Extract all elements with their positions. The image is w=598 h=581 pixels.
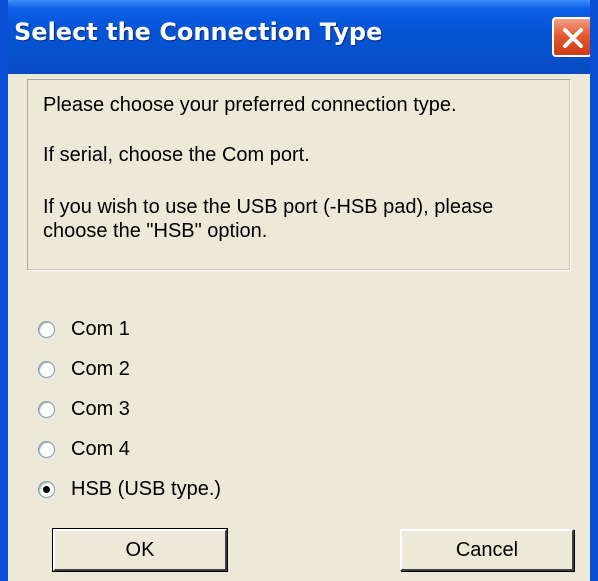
info-line-preferred: Please choose your preferred connection … xyxy=(43,94,457,116)
radio-button[interactable] xyxy=(38,360,55,378)
radio-button-selected[interactable] xyxy=(38,480,55,498)
info-line-usb: If you wish to use the USB port (-HSB pa… xyxy=(43,196,494,218)
radio-label: Com 1 xyxy=(71,317,130,340)
radio-option-com1[interactable]: Com 1 xyxy=(38,316,130,342)
title-bar[interactable]: Select the Connection Type xyxy=(8,0,590,74)
radio-option-com3[interactable]: Com 3 xyxy=(38,396,130,422)
ok-button[interactable]: OK xyxy=(52,528,228,572)
radio-option-com2[interactable]: Com 2 xyxy=(38,356,130,382)
radio-label: Com 3 xyxy=(71,397,130,420)
radio-button[interactable] xyxy=(38,440,55,458)
radio-option-hsb[interactable]: HSB (USB type.) xyxy=(38,476,221,502)
info-line-usb-option: choose the "HSB" option. xyxy=(43,220,268,242)
radio-label: Com 4 xyxy=(71,437,130,460)
radio-label: HSB (USB type.) xyxy=(71,477,222,500)
connection-type-dialog: Select the Connection Type Please choose… xyxy=(0,0,598,581)
radio-button[interactable] xyxy=(38,320,55,338)
info-line-serial: If serial, choose the Com port. xyxy=(43,144,310,166)
close-icon xyxy=(563,28,583,48)
close-button[interactable] xyxy=(552,17,590,57)
dialog-title: Select the Connection Type xyxy=(14,18,383,46)
cancel-button[interactable]: Cancel xyxy=(400,529,574,571)
info-panel: Please choose your preferred connection … xyxy=(27,79,571,271)
radio-button[interactable] xyxy=(38,400,55,418)
radio-label: Com 2 xyxy=(71,357,130,380)
radio-option-com4[interactable]: Com 4 xyxy=(38,436,130,462)
